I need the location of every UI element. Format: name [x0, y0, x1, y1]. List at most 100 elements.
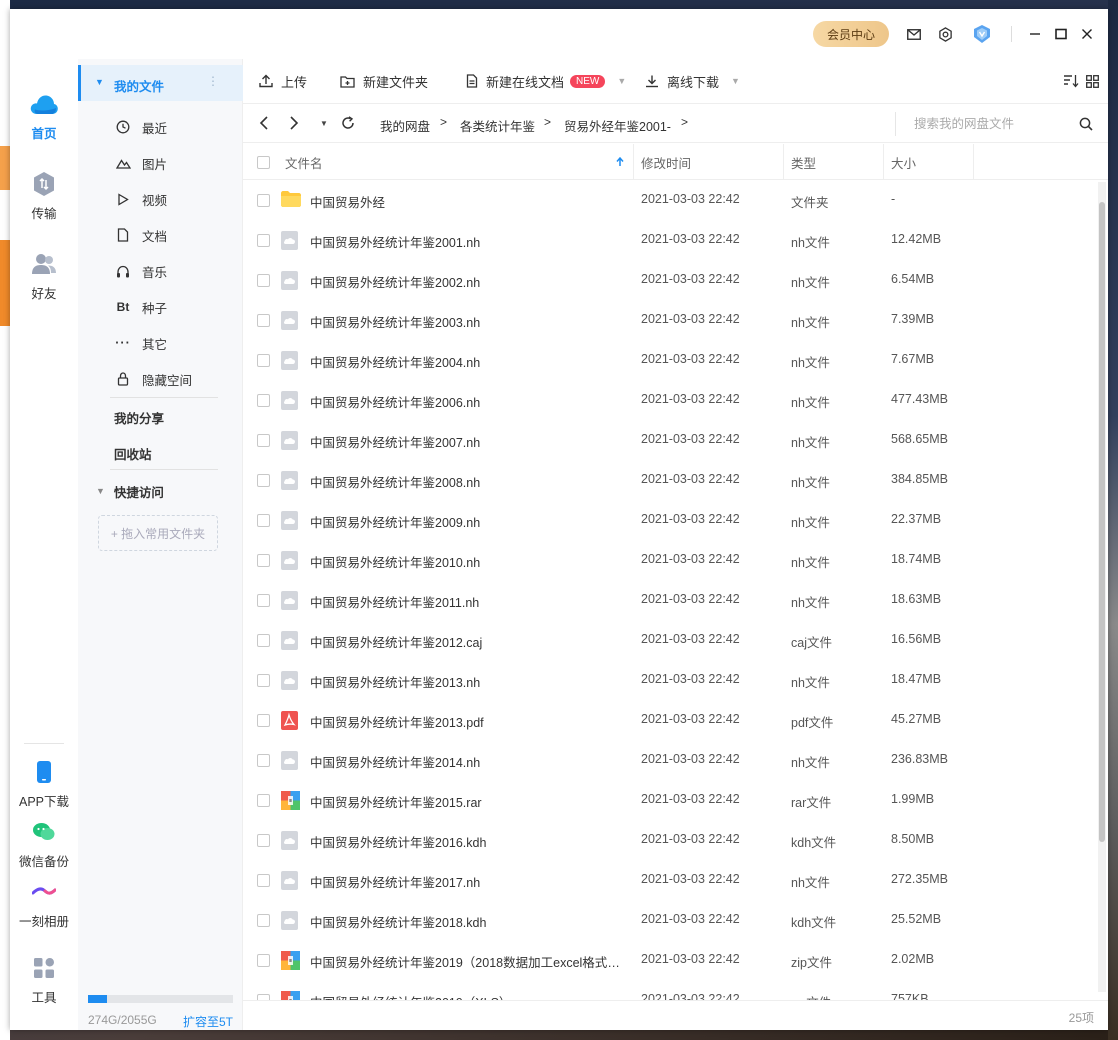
row-checkbox[interactable]: [257, 474, 270, 487]
file-row[interactable]: 中国贸易外经统计年鉴2008.nh 2021-03-03 22:42 nh文件 384…: [243, 460, 1093, 500]
file-row[interactable]: 中国贸易外经统计年鉴2014.nh 2021-03-03 22:42 nh文件 236…: [243, 740, 1093, 780]
row-checkbox[interactable]: [257, 634, 270, 647]
new-folder-button[interactable]: 新建文件夹: [340, 71, 428, 91]
breadcrumb-item[interactable]: 各类统计年鉴: [460, 116, 535, 135]
file-name[interactable]: 中国贸易外经统计年鉴2004.nh: [310, 352, 480, 371]
file-row[interactable]: 中国贸易外经统计年鉴2006.nh 2021-03-03 22:42 nh文件 477…: [243, 380, 1093, 420]
file-row[interactable]: 中国贸易外经统计年鉴2017.nh 2021-03-03 22:42 nh文件 272…: [243, 860, 1093, 900]
row-checkbox[interactable]: [257, 434, 270, 447]
dropdown-caret-icon[interactable]: ▼: [617, 76, 626, 86]
sidebar-item-documents[interactable]: 文档: [78, 217, 243, 253]
file-name[interactable]: 中国贸易外经统计年鉴2003.nh: [310, 312, 480, 331]
column-header-size[interactable]: 大小: [891, 144, 916, 180]
back-button[interactable]: [255, 114, 273, 132]
more-vertical-icon[interactable]: ⋮: [207, 74, 219, 88]
column-header-type[interactable]: 类型: [791, 144, 816, 180]
sidebar-item-quick-access[interactable]: ▼ 快捷访问: [78, 473, 243, 509]
rail-item-album[interactable]: 一刻相册: [10, 877, 78, 930]
refresh-icon[interactable]: [339, 114, 357, 132]
row-checkbox[interactable]: [257, 794, 270, 807]
file-name[interactable]: 中国贸易外经统计年鉴2019（XLS）.rar: [310, 992, 530, 1000]
file-name[interactable]: 中国贸易外经统计年鉴2017.nh: [310, 872, 480, 891]
sidebar-item-hidden-space[interactable]: 隐藏空间: [78, 361, 243, 397]
sidebar-item-images[interactable]: 图片: [78, 145, 243, 181]
file-row[interactable]: 中国贸易外经统计年鉴2007.nh 2021-03-03 22:42 nh文件 568…: [243, 420, 1093, 460]
rail-item-home[interactable]: 首页: [10, 89, 78, 142]
file-name[interactable]: 中国贸易外经统计年鉴2009.nh: [310, 512, 480, 531]
file-name[interactable]: 中国贸易外经统计年鉴2001.nh: [310, 232, 480, 251]
offline-download-button[interactable]: 离线下载 ▼: [645, 71, 740, 91]
search-icon[interactable]: [1079, 117, 1093, 134]
settings-icon[interactable]: [934, 23, 956, 45]
breadcrumb-item[interactable]: 贸易外经年鉴2001-: [564, 116, 671, 135]
file-name[interactable]: 中国贸易外经统计年鉴2015.rar: [310, 792, 482, 811]
row-checkbox[interactable]: [257, 514, 270, 527]
file-row[interactable]: 中国贸易外经统计年鉴2013.pdf 2021-03-03 22:42 pdf文件 4…: [243, 700, 1093, 740]
sidebar-item-others[interactable]: ··· 其它: [78, 325, 243, 361]
file-name[interactable]: 中国贸易外经统计年鉴2013.pdf: [310, 712, 484, 731]
grid-view-icon[interactable]: [1086, 71, 1099, 91]
sidebar-item-recycle-bin[interactable]: 回收站: [78, 435, 243, 471]
file-name[interactable]: 中国贸易外经统计年鉴2014.nh: [310, 752, 480, 771]
sidebar-item-videos[interactable]: 视频: [78, 181, 243, 217]
rail-item-transfer[interactable]: 传输: [10, 169, 78, 222]
expand-storage-link[interactable]: 扩容至5T: [183, 1013, 233, 1030]
rail-item-friends[interactable]: 好友: [10, 249, 78, 302]
file-name[interactable]: 中国贸易外经统计年鉴2008.nh: [310, 472, 480, 491]
vip-center-button[interactable]: 会员中心: [813, 21, 889, 47]
file-name[interactable]: 中国贸易外经统计年鉴2011.nh: [310, 592, 479, 611]
row-checkbox[interactable]: [257, 354, 270, 367]
file-row[interactable]: 中国贸易外经统计年鉴2009.nh 2021-03-03 22:42 nh文件 22.…: [243, 500, 1093, 540]
row-checkbox[interactable]: [257, 874, 270, 887]
file-row[interactable]: 中国贸易外经统计年鉴2012.caj 2021-03-03 22:42 caj文件 1…: [243, 620, 1093, 660]
file-name[interactable]: 中国贸易外经统计年鉴2006.nh: [310, 392, 480, 411]
new-online-doc-button[interactable]: 新建在线文档 NEW ▼: [466, 71, 626, 91]
vertical-scrollbar[interactable]: [1098, 182, 1106, 992]
sidebar-item-my-files[interactable]: ▼ 我的文件 ⋮: [78, 65, 243, 101]
row-checkbox[interactable]: [257, 674, 270, 687]
row-checkbox[interactable]: [257, 714, 270, 727]
rail-item-wechat-backup[interactable]: 微信备份: [10, 817, 78, 870]
sidebar-item-music[interactable]: 音乐: [78, 253, 243, 289]
file-row[interactable]: 中国贸易外经统计年鉴2003.nh 2021-03-03 22:42 nh文件 7.3…: [243, 300, 1093, 340]
breadcrumb-item[interactable]: 我的网盘: [380, 116, 430, 135]
file-name[interactable]: 中国贸易外经统计年鉴2010.nh: [310, 552, 480, 571]
file-name[interactable]: 中国贸易外经统计年鉴2007.nh: [310, 432, 480, 451]
row-checkbox[interactable]: [257, 914, 270, 927]
sort-icon[interactable]: [1063, 71, 1079, 91]
select-all-checkbox[interactable]: [257, 144, 270, 180]
file-row[interactable]: 中国贸易外经统计年鉴2015.rar 2021-03-03 22:42 rar文件 1…: [243, 780, 1093, 820]
file-row[interactable]: 中国贸易外经统计年鉴2013.nh 2021-03-03 22:42 nh文件 18.…: [243, 660, 1093, 700]
row-checkbox[interactable]: [257, 394, 270, 407]
scrollbar-thumb[interactable]: [1099, 202, 1105, 842]
dropdown-caret-icon[interactable]: ▼: [731, 76, 740, 86]
file-name[interactable]: 中国贸易外经统计年鉴2002.nh: [310, 272, 480, 291]
vip-shield-icon[interactable]: [971, 23, 993, 45]
file-row[interactable]: 中国贸易外经统计年鉴2011.nh 2021-03-03 22:42 nh文件 18.…: [243, 580, 1093, 620]
row-checkbox[interactable]: [257, 594, 270, 607]
forward-button[interactable]: [285, 114, 303, 132]
file-row[interactable]: 中国贸易外经统计年鉴2018.kdh 2021-03-03 22:42 kdh文件 2…: [243, 900, 1093, 940]
row-checkbox[interactable]: [257, 954, 270, 967]
close-icon[interactable]: [1076, 23, 1098, 45]
file-row[interactable]: 中国贸易外经统计年鉴2019（2018数据加工excel格式）.... 2021-…: [243, 940, 1093, 980]
row-checkbox[interactable]: [257, 274, 270, 287]
row-checkbox[interactable]: [257, 554, 270, 567]
column-header-name[interactable]: 文件名: [285, 144, 323, 180]
rail-item-app-download[interactable]: APP下载: [10, 757, 78, 810]
rail-item-tools[interactable]: 工具: [10, 953, 78, 1006]
file-name[interactable]: 中国贸易外经: [310, 192, 385, 211]
sort-ascending-icon[interactable]: [616, 144, 624, 180]
file-row[interactable]: 中国贸易外经 2021-03-03 22:42 文件夹 -: [243, 180, 1093, 220]
file-name[interactable]: 中国贸易外经统计年鉴2019（2018数据加工excel格式）....: [310, 952, 628, 971]
file-row[interactable]: 中国贸易外经统计年鉴2016.kdh 2021-03-03 22:42 kdh文件 8…: [243, 820, 1093, 860]
file-name[interactable]: 中国贸易外经统计年鉴2013.nh: [310, 672, 480, 691]
file-name[interactable]: 中国贸易外经统计年鉴2012.caj: [310, 632, 482, 651]
column-header-time[interactable]: 修改时间: [641, 144, 691, 180]
sidebar-item-my-share[interactable]: 我的分享: [78, 399, 243, 435]
file-name[interactable]: 中国贸易外经统计年鉴2018.kdh: [310, 912, 486, 931]
file-row[interactable]: 中国贸易外经统计年鉴2002.nh 2021-03-03 22:42 nh文件 6.5…: [243, 260, 1093, 300]
sidebar-item-torrents[interactable]: Bt 种子: [78, 289, 243, 325]
row-checkbox[interactable]: [257, 834, 270, 847]
search-input[interactable]: [895, 112, 1075, 136]
